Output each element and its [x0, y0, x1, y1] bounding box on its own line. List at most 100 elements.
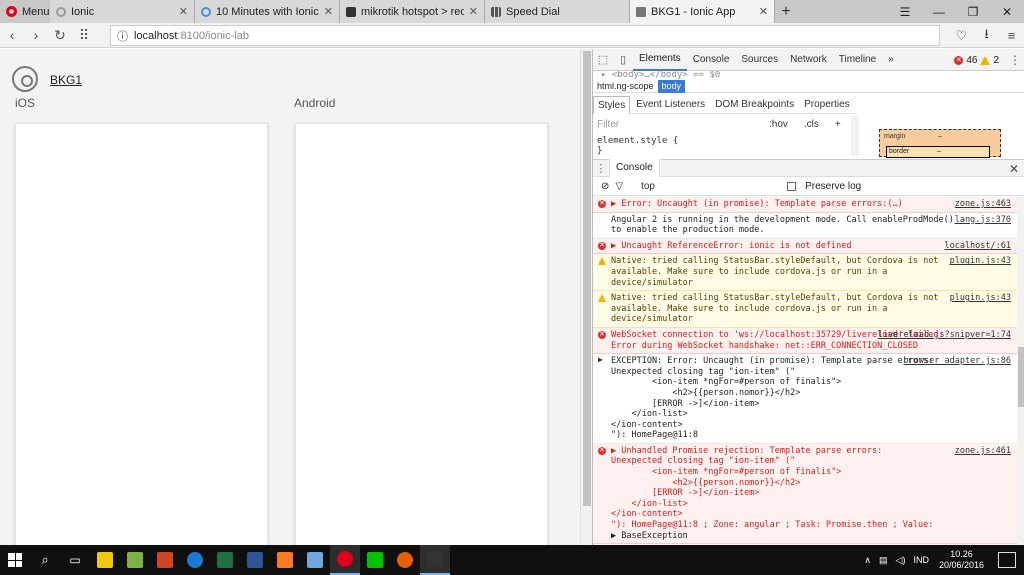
scrollbar-thumb[interactable] [1018, 347, 1024, 407]
new-rule-button[interactable]: + [835, 119, 841, 130]
box-border-value[interactable]: – [937, 148, 941, 155]
drawer-tab-console[interactable]: Console [609, 159, 660, 177]
android-studio-icon[interactable] [120, 545, 150, 575]
terminal-icon[interactable] [420, 545, 450, 575]
heart-icon[interactable]: ♡ [949, 23, 974, 48]
browser-tab[interactable]: Ionic ✕ [50, 0, 195, 23]
forward-icon[interactable]: › [24, 23, 48, 48]
device-mode-icon[interactable]: ▯ [613, 49, 633, 71]
file-explorer-icon[interactable] [90, 545, 120, 575]
browser-tab-active[interactable]: BKG1 - Ionic App ✕ [630, 0, 775, 23]
breadcrumb-body[interactable]: body [657, 79, 686, 93]
tray-chevron-icon[interactable]: ∧ [860, 555, 875, 566]
console-message-error[interactable]: ✕ ▶ Error: Uncaught (in promise): Templat… [593, 197, 1017, 213]
word-icon[interactable] [240, 545, 270, 575]
xampp-icon[interactable] [270, 545, 300, 575]
drawer-close-icon[interactable]: ✕ [1009, 160, 1019, 178]
clock[interactable]: 10.26 20/06/2016 [933, 549, 990, 571]
tab-close-icon[interactable]: ✕ [179, 5, 188, 18]
restore-icon[interactable]: ❐ [956, 0, 990, 23]
tab-close-icon[interactable]: ✕ [324, 5, 333, 18]
source-link[interactable]: plugin.js:43 [950, 256, 1011, 267]
browser-tab[interactable]: Speed Dial [485, 0, 630, 23]
tab-timeline[interactable]: Timeline [833, 49, 882, 71]
browser-tab[interactable]: mikrotik hotspot > redirec ✕ [340, 0, 485, 23]
source-link[interactable]: lang.js:370 [955, 215, 1011, 226]
back-icon[interactable]: ‹ [0, 23, 24, 48]
download-icon[interactable]: ⭳ [974, 23, 999, 48]
console-message-error[interactable]: ✕ ▶ Uncaught ReferenceError: ionic is not… [593, 238, 1017, 255]
start-button[interactable] [0, 545, 30, 575]
android-device-frame[interactable] [295, 123, 548, 545]
browser-tab[interactable]: 10 Minutes with Ionic 2: Ca ✕ [195, 0, 340, 23]
console-scrollbar[interactable] [1017, 197, 1024, 545]
url-field[interactable]: ⓘ localhost:8100/ionic-lab [110, 25, 940, 46]
inspect-icon[interactable]: ⬚ [593, 49, 613, 71]
preserve-log-checkbox[interactable] [787, 182, 797, 191]
source-link[interactable]: localhost/:61 [944, 241, 1011, 252]
tab-elements[interactable]: Elements [633, 49, 687, 71]
drawer-menu-icon[interactable]: ⋮ [593, 162, 609, 175]
volume-icon[interactable]: ◁) [892, 555, 910, 566]
stack-toggle[interactable]: ▶ BaseException [611, 531, 957, 542]
kebab-menu-icon[interactable]: ⋮ [1009, 49, 1021, 71]
source-link[interactable]: zone.js:461 [955, 446, 1011, 457]
firefox-icon[interactable] [390, 545, 420, 575]
hover-state-button[interactable]: :hov [769, 119, 788, 130]
tab-sources[interactable]: Sources [735, 49, 784, 71]
source-link[interactable]: plugin.js:43 [950, 293, 1011, 304]
close-window-icon[interactable]: ✕ [990, 0, 1024, 23]
tab-menu-icon[interactable]: ☰ [888, 0, 922, 23]
tab-styles[interactable]: Styles [593, 95, 631, 114]
ios-device-frame[interactable] [15, 123, 268, 545]
tab-console[interactable]: Console [687, 49, 736, 71]
powerpoint-icon[interactable] [150, 545, 180, 575]
console-message-log[interactable]: Angular 2 is running in the development … [593, 213, 1017, 239]
console-message-warning[interactable]: Native: tried calling StatusBar.styleDef… [593, 254, 1017, 292]
opera-menu-button[interactable]: Menu [0, 0, 50, 23]
source-link[interactable]: browser_adapter.js:86 [904, 356, 1011, 367]
task-view-icon[interactable]: ▭ [60, 545, 90, 575]
page-info-icon[interactable]: ⓘ [117, 28, 128, 44]
issue-counter[interactable]: ✕ 46 2 [954, 49, 999, 71]
excel-icon[interactable] [210, 545, 240, 575]
edge-icon[interactable] [180, 545, 210, 575]
console-message-warning[interactable]: Native: tried calling StatusBar.styleDef… [593, 291, 1017, 328]
styles-filter-input[interactable]: Filter [597, 119, 619, 130]
source-link[interactable]: zone.js:463 [955, 199, 1011, 210]
console-message-error[interactable]: ✕ WebSocket connection to 'ws://localhost… [593, 327, 1017, 355]
filter-icon[interactable]: ▽ [615, 181, 623, 192]
minimize-icon[interactable]: — [922, 0, 956, 23]
language-indicator[interactable]: IND [909, 555, 933, 565]
tab-properties[interactable]: Properties [800, 96, 854, 114]
app-title[interactable]: BKG1 [50, 73, 82, 87]
reload-icon[interactable]: ↻ [48, 23, 72, 48]
element-style-rule[interactable]: element.style { } [597, 136, 847, 156]
network-icon[interactable]: ▤ [875, 555, 892, 566]
search-icon[interactable]: ⌕ [30, 545, 60, 575]
tab-event-listeners[interactable]: Event Listeners [632, 96, 709, 114]
class-toggle-button[interactable]: .cls [804, 119, 819, 130]
tab-dom-breakpoints[interactable]: DOM Breakpoints [711, 96, 798, 114]
tab-network[interactable]: Network [784, 49, 833, 71]
source-link[interactable]: livereload.js?snipver=1:74 [878, 330, 1011, 341]
opera-icon[interactable] [330, 545, 360, 575]
console-message-exception[interactable]: ▶ EXCEPTION: Error: Uncaught (in promise)… [593, 354, 1017, 444]
menu-icon[interactable]: ≡ [999, 23, 1024, 48]
action-center-icon[interactable] [998, 552, 1016, 568]
console-message-error[interactable]: ✕ ▶ Unhandled Promise rejection: Template… [593, 443, 1017, 545]
tab-close-icon[interactable]: ✕ [759, 5, 768, 18]
context-selector[interactable]: top [641, 181, 781, 192]
breadcrumb-html[interactable]: html.ng-scope [593, 80, 658, 93]
clear-console-icon[interactable]: ⊘ [601, 181, 609, 192]
speed-dial-grid-icon[interactable]: ⠿ [72, 23, 96, 48]
page-scrollbar[interactable] [580, 49, 592, 545]
new-tab-button[interactable]: + [775, 0, 797, 23]
virtualbox-icon[interactable] [300, 545, 330, 575]
more-tabs-icon[interactable]: » [882, 49, 900, 71]
box-margin-value[interactable]: – [938, 133, 942, 140]
line-icon[interactable] [360, 545, 390, 575]
styles-scrollbar[interactable] [851, 116, 859, 156]
tab-close-icon[interactable]: ✕ [469, 5, 478, 18]
scrollbar-thumb[interactable] [583, 51, 591, 506]
